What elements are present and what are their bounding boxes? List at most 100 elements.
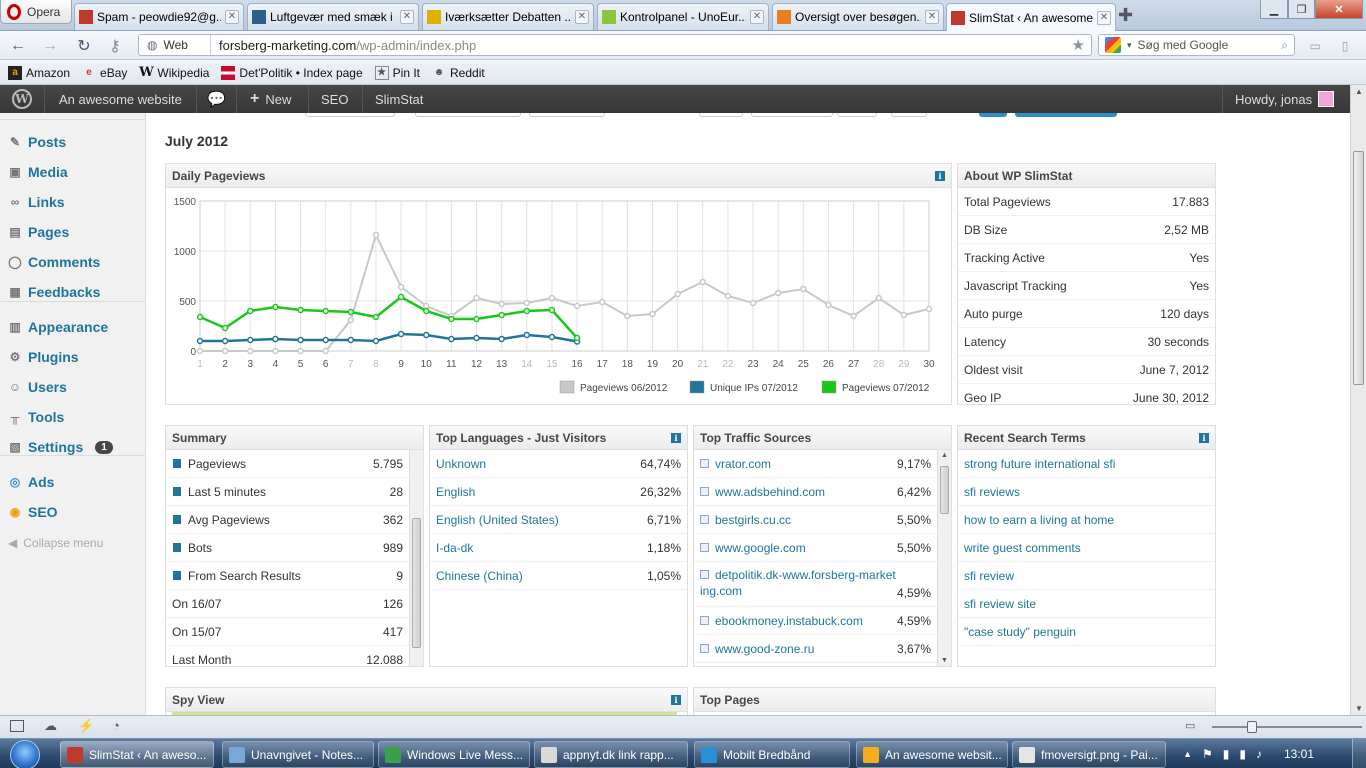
scrollbar-thumb[interactable] bbox=[940, 466, 949, 514]
data-point[interactable] bbox=[347, 336, 355, 344]
data-point[interactable] bbox=[372, 337, 380, 345]
show-desktop-button[interactable] bbox=[1352, 739, 1366, 768]
start-button[interactable] bbox=[10, 740, 40, 768]
zoom-slider-thumb[interactable] bbox=[1247, 721, 1257, 733]
summary-scrollbar[interactable] bbox=[409, 450, 423, 666]
search-input[interactable]: ▾ Søg med Google ⌕ bbox=[1098, 34, 1295, 56]
sidebar-toggle-icon[interactable]: ▯ bbox=[1335, 36, 1355, 56]
sidebar-item-posts[interactable]: ✎ Posts bbox=[0, 128, 146, 156]
data-point[interactable] bbox=[422, 331, 430, 339]
data-point[interactable] bbox=[372, 231, 380, 239]
browser-tab[interactable]: Kontrolpanel - UnoEur... ✕ bbox=[597, 3, 769, 30]
opera-menu-button[interactable]: Opera bbox=[0, 0, 72, 24]
data-point[interactable] bbox=[196, 347, 204, 355]
browser-tab[interactable]: Luftgevær med smæk i ✕ bbox=[247, 3, 419, 30]
new-content-menu[interactable]: + New bbox=[250, 85, 291, 113]
taskbar-button[interactable]: SlimStat ‹ An aweso... bbox=[60, 741, 214, 768]
data-point[interactable] bbox=[397, 283, 405, 291]
filter-select[interactable] bbox=[305, 113, 395, 117]
data-point[interactable] bbox=[247, 307, 254, 315]
data-point[interactable] bbox=[925, 305, 933, 313]
data-point[interactable] bbox=[749, 299, 757, 307]
sidebar-item-settings[interactable]: ▧ Settings 1 bbox=[0, 433, 146, 461]
close-tab-icon[interactable]: ✕ bbox=[225, 10, 239, 24]
taskbar-button[interactable]: appnyt.dk link rapp... bbox=[534, 741, 688, 768]
data-point[interactable] bbox=[573, 302, 581, 310]
traffic-source-link[interactable]: ebookmoney.instabuck.com bbox=[715, 614, 863, 628]
data-point[interactable] bbox=[347, 316, 355, 324]
info-icon[interactable] bbox=[173, 543, 181, 552]
page-view-icon[interactable]: ▭ bbox=[1185, 719, 1195, 732]
go-button[interactable] bbox=[979, 113, 1007, 117]
language-filter-link[interactable]: English (United States) bbox=[436, 513, 647, 527]
data-point[interactable] bbox=[196, 337, 204, 345]
url-input[interactable]: ◍ Web forsberg-marketing.com/wp-admin/in… bbox=[138, 34, 1092, 56]
data-point[interactable] bbox=[699, 278, 707, 286]
external-link-icon[interactable] bbox=[700, 458, 709, 468]
data-point[interactable] bbox=[523, 307, 531, 315]
data-point[interactable] bbox=[221, 324, 229, 332]
slimstat-menu[interactable]: SlimStat bbox=[375, 85, 423, 113]
data-point[interactable] bbox=[221, 347, 229, 355]
external-link-icon[interactable] bbox=[700, 542, 709, 552]
filter-select[interactable] bbox=[415, 113, 521, 117]
web-security-badge[interactable]: ◍ Web bbox=[139, 35, 211, 55]
data-point[interactable] bbox=[498, 300, 505, 308]
info-icon[interactable] bbox=[173, 459, 181, 468]
close-tab-icon[interactable]: ✕ bbox=[1097, 10, 1111, 25]
maximize-icon[interactable]: ❐ bbox=[1288, 0, 1315, 19]
sidebar-item-ads[interactable]: ◎ Ads bbox=[0, 468, 146, 496]
data-point[interactable] bbox=[397, 293, 405, 301]
cloud-icon[interactable]: ☁ bbox=[44, 718, 57, 734]
key-icon[interactable]: ⚷ bbox=[105, 36, 125, 56]
year-input[interactable] bbox=[837, 113, 877, 117]
bookmark-amazon[interactable]: a Amazon bbox=[8, 65, 70, 80]
language-filter-link[interactable]: I-da-dk bbox=[436, 541, 647, 555]
traffic-source-link[interactable]: www.good-zone.ru bbox=[715, 642, 814, 656]
collapse-menu-button[interactable]: ◀ Collapse menu bbox=[8, 536, 103, 550]
data-point[interactable] bbox=[498, 335, 505, 343]
data-point[interactable] bbox=[196, 313, 204, 321]
data-point[interactable] bbox=[448, 315, 455, 323]
bookmark-reddit[interactable]: ☻ Reddit bbox=[432, 66, 485, 80]
sidebar-item-feedbacks[interactable]: ▦ Feedbacks bbox=[0, 278, 146, 306]
interval-input[interactable] bbox=[891, 113, 927, 117]
reload-icon[interactable]: ↻ bbox=[74, 36, 94, 56]
info-icon[interactable] bbox=[173, 487, 181, 496]
data-point[interactable] bbox=[674, 290, 681, 298]
volume-icon[interactable]: ♪ bbox=[1256, 747, 1262, 761]
data-point[interactable] bbox=[774, 289, 782, 297]
data-point[interactable] bbox=[624, 312, 631, 320]
search-term-link[interactable]: strong future international sfi bbox=[964, 457, 1209, 471]
data-point[interactable] bbox=[498, 311, 505, 319]
bookmark-pinit[interactable]: ★ Pin It bbox=[374, 65, 420, 80]
month-select[interactable] bbox=[751, 113, 833, 117]
scroll-down-icon[interactable]: ▼ bbox=[1355, 704, 1363, 713]
info-icon[interactable]: i bbox=[1199, 433, 1209, 443]
data-point[interactable] bbox=[850, 312, 857, 320]
data-point[interactable] bbox=[473, 294, 480, 302]
external-link-icon[interactable] bbox=[700, 615, 709, 625]
info-icon[interactable]: i bbox=[671, 695, 681, 705]
browser-tab[interactable]: Spam - peowdie92@g... ✕ bbox=[74, 3, 244, 30]
data-point[interactable] bbox=[573, 334, 581, 342]
data-point[interactable] bbox=[724, 292, 732, 300]
sidebar-item-users[interactable]: ☺ Users bbox=[0, 373, 146, 401]
info-icon[interactable] bbox=[173, 571, 181, 580]
data-point[interactable] bbox=[548, 333, 556, 341]
clock[interactable]: 13:01 bbox=[1284, 747, 1314, 761]
panel-icon[interactable] bbox=[10, 720, 24, 732]
search-term-link[interactable]: sfi review bbox=[964, 569, 1209, 583]
scroll-up-icon[interactable]: ▲ bbox=[941, 452, 948, 459]
search-term-link[interactable]: write guest comments bbox=[964, 541, 1209, 555]
external-link-icon[interactable] bbox=[700, 643, 709, 653]
sidebar-item-media[interactable]: ▣ Media bbox=[0, 158, 146, 186]
data-point[interactable] bbox=[297, 336, 304, 344]
traffic-source-link[interactable]: www.adsbehind.com bbox=[715, 485, 825, 499]
info-icon[interactable]: i bbox=[671, 433, 681, 443]
external-link-icon[interactable] bbox=[700, 514, 709, 524]
data-point[interactable] bbox=[322, 307, 329, 315]
data-point[interactable] bbox=[272, 335, 279, 343]
seo-menu[interactable]: SEO bbox=[321, 85, 348, 113]
data-point[interactable] bbox=[473, 315, 480, 323]
